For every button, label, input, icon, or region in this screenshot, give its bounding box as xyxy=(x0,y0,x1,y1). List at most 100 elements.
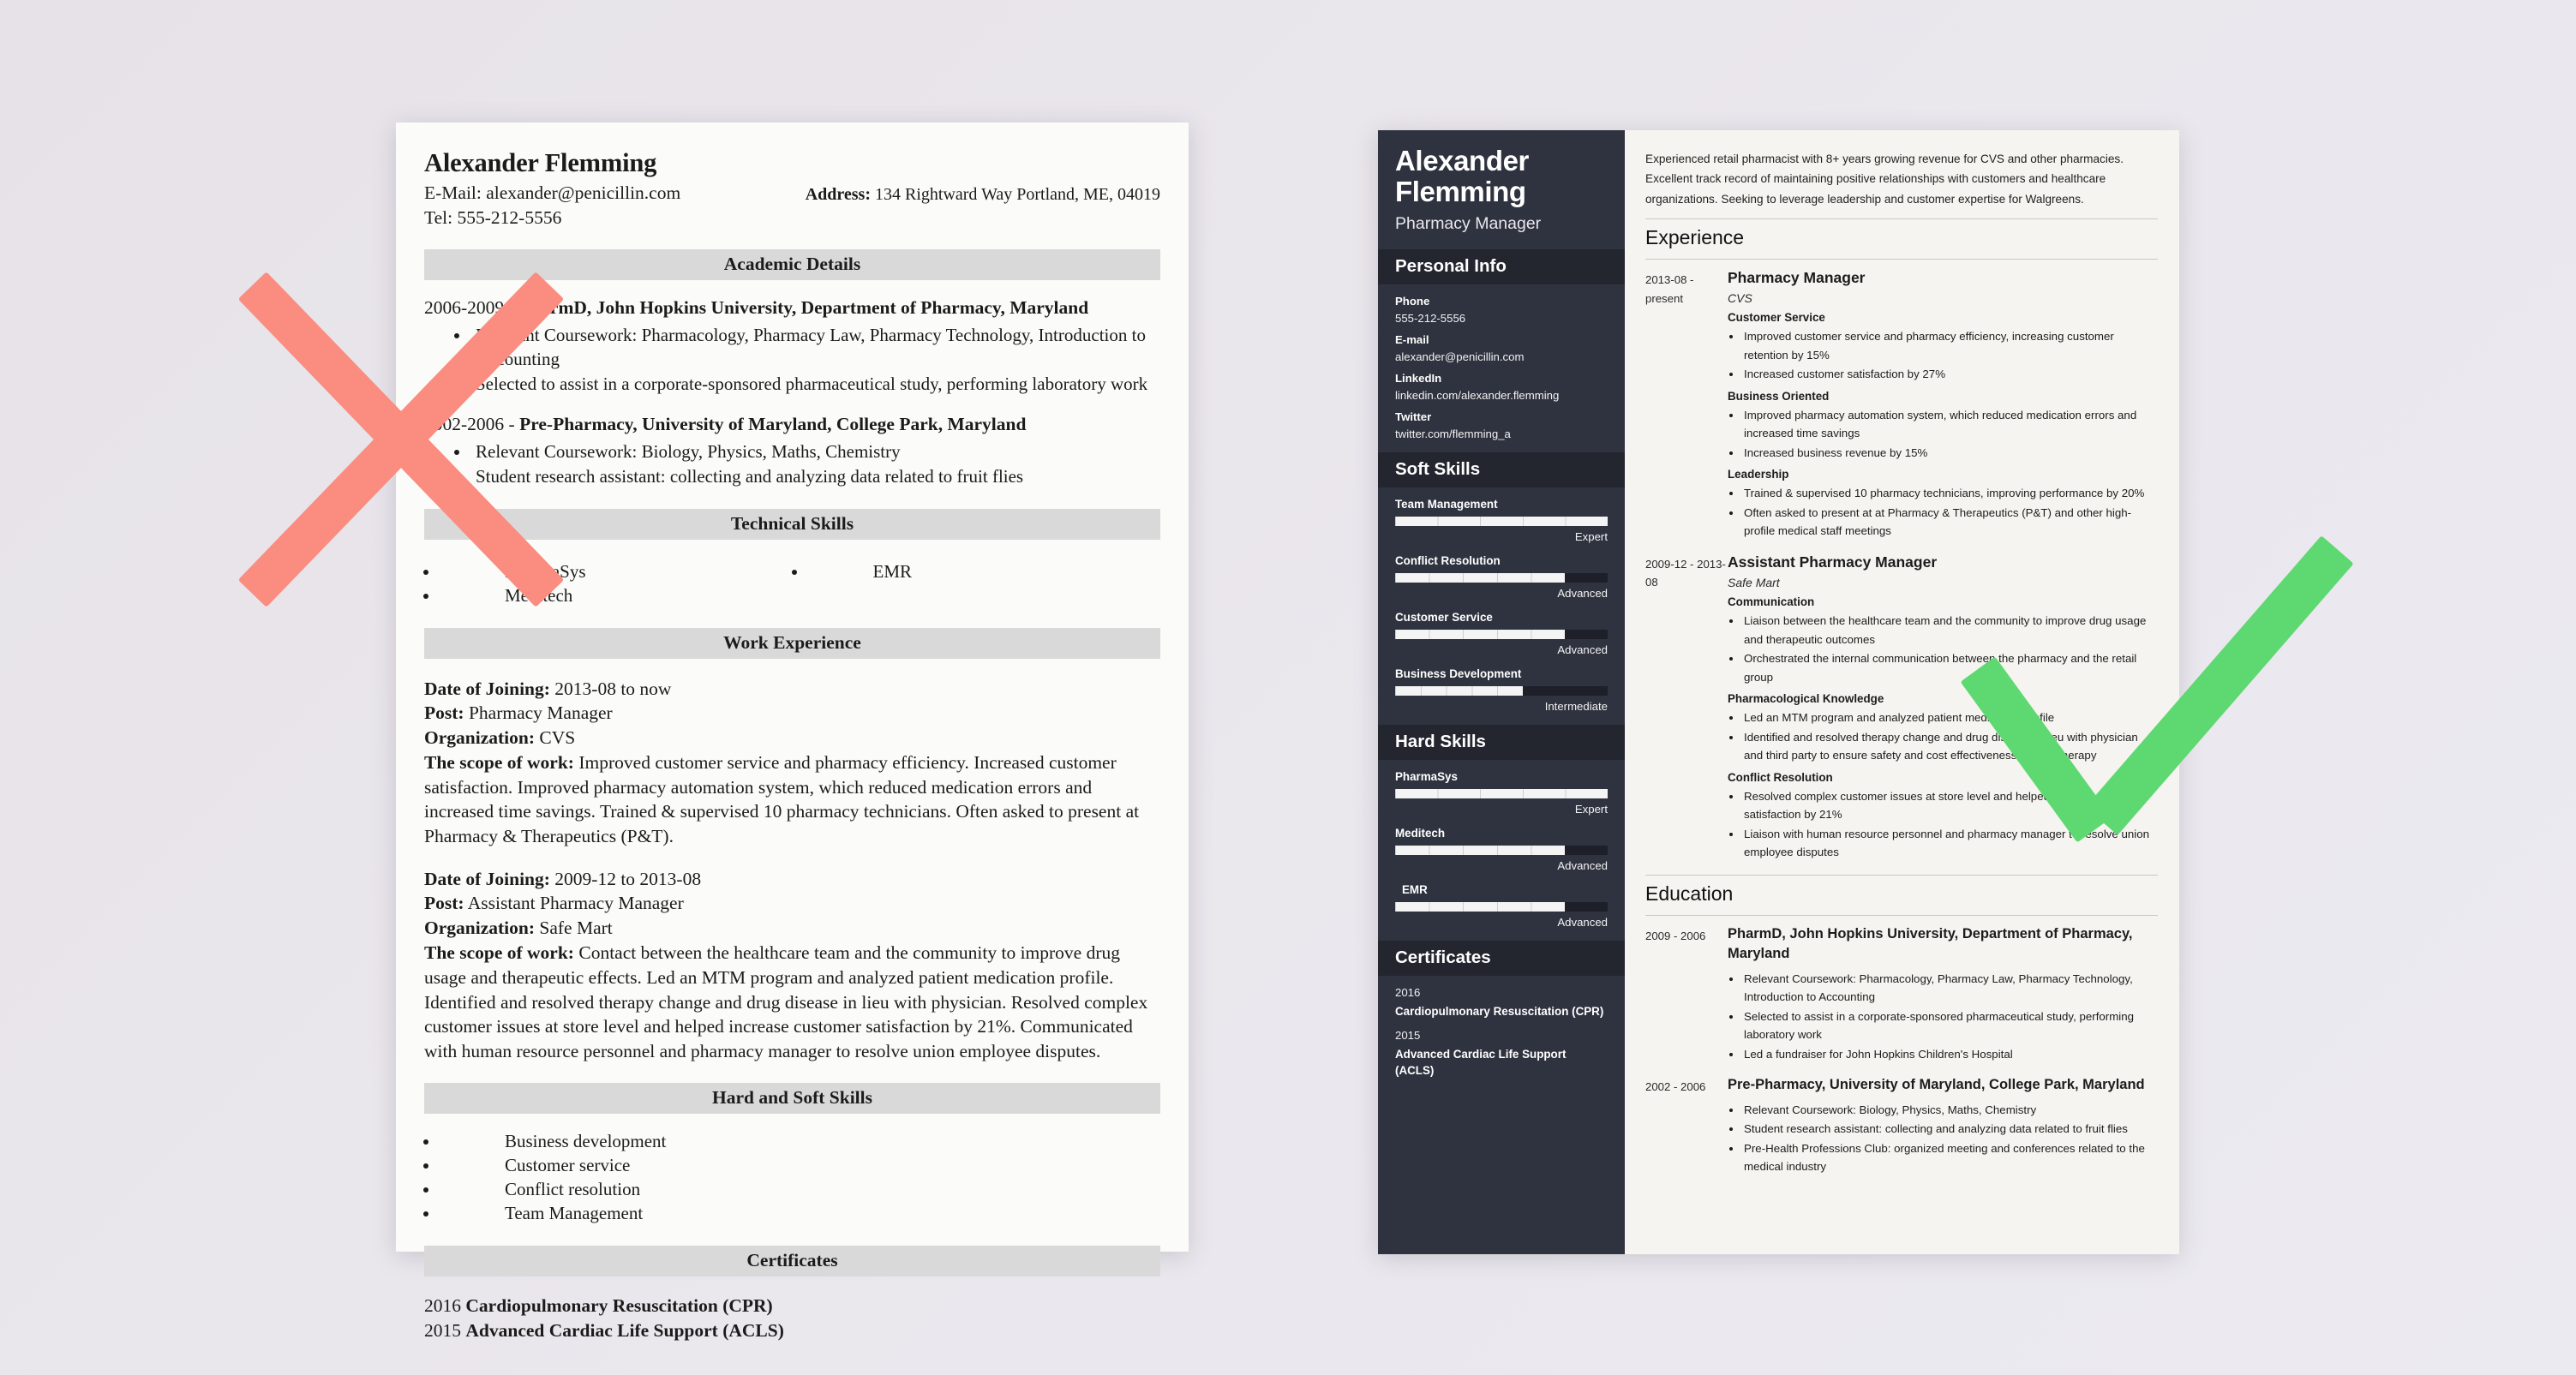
list-item: Team Management xyxy=(440,1202,1160,1226)
skill-bar-track xyxy=(1395,572,1608,583)
certificate-year: 2015 xyxy=(1395,1029,1421,1043)
skill-name: PharmaSys xyxy=(1395,769,1458,783)
contact-value-phone: 555-212-5556 xyxy=(1395,311,1466,325)
bad-skill-label: EMR xyxy=(872,560,913,582)
sidebar-hero: Alexander Flemming Pharmacy Manager xyxy=(1378,130,1625,249)
bad-soft-skill-label: Conflict resolution xyxy=(505,1179,641,1200)
bad-job-entry: Date of Joining: 2009-12 to 2013-08 Post… xyxy=(424,867,1160,1064)
skill-bar-fill xyxy=(1395,629,1566,639)
bad-resume-email: E-Mail: alexander@penicillin.com xyxy=(424,182,681,203)
list-item: Selected to assist in a corporate-sponso… xyxy=(1742,1007,2158,1044)
contact-label-phone: Phone xyxy=(1395,294,1430,308)
bad-job-date-value: 2013-08 to now xyxy=(549,678,672,699)
experience-org: CVS xyxy=(1728,291,1752,306)
skill-bar-track xyxy=(1395,901,1608,912)
bad-resume-contact-row: E-Mail: alexander@penicillin.com Tel: 55… xyxy=(424,181,1160,230)
contact-value-linkedin: linkedin.com/alexander.flemming xyxy=(1395,388,1560,402)
experience-group-label: Leadership xyxy=(1728,468,1789,481)
certificate-name: Cardiopulmonary Resuscitation (CPR) xyxy=(1395,1004,1604,1018)
experience-group-label: Customer Service xyxy=(1728,311,1825,325)
bad-resume-address: Address: 134 Rightward Way Portland, ME,… xyxy=(806,181,1160,206)
bad-job-scope-label: The scope of work: xyxy=(424,942,574,964)
skill-row: Team Management Expert xyxy=(1395,498,1608,543)
skill-row: Meditech Advanced xyxy=(1395,827,1608,872)
experience-body: Pharmacy Manager CVS Customer Service Im… xyxy=(1728,268,2158,541)
skill-level: Advanced xyxy=(1557,915,1608,929)
sidebar-certificates-body: 2016 Cardiopulmonary Resuscitation (CPR)… xyxy=(1378,976,1625,1091)
experience-bullets: Led an MTM program and analyzed patient … xyxy=(1742,708,2158,765)
skill-row: Customer Service Advanced xyxy=(1395,611,1608,656)
list-item: EMR xyxy=(808,560,1161,584)
experience-group-label: Conflict Resolution xyxy=(1728,770,1833,784)
list-item: Meditech xyxy=(440,584,793,608)
skill-level: Advanced xyxy=(1557,586,1608,600)
skill-bar-fill xyxy=(1395,901,1566,912)
skill-level: Expert xyxy=(1574,802,1608,816)
list-item: Liaison with human resource personnel an… xyxy=(1742,825,2158,862)
skill-bar-track xyxy=(1395,629,1608,639)
bad-job-post-value: Pharmacy Manager xyxy=(464,702,613,724)
bad-job-date-label: Date of Joining: xyxy=(424,678,550,699)
bad-certificate-name: Advanced Cardiac Life Support (ACLS) xyxy=(465,1320,784,1342)
list-item: Pre-Health Professions Club: organized m… xyxy=(1742,1139,2158,1176)
bad-job-org-label: Organization: xyxy=(424,917,535,938)
education-entry: 2009 - 2006 PharmD, John Hopkins Univers… xyxy=(1645,924,2158,1065)
experience-role: Pharmacy Manager xyxy=(1728,269,1866,287)
education-body: Pre-Pharmacy, University of Maryland, Co… xyxy=(1728,1075,2158,1177)
bad-job-scope: The scope of work: Improved customer ser… xyxy=(424,750,1160,848)
bad-resume-document: Alexander Flemming E-Mail: alexander@pen… xyxy=(396,123,1189,1341)
skill-bar-fill xyxy=(1395,788,1608,798)
experience-bullets: Liaison between the healthcare team and … xyxy=(1742,612,2158,686)
certificate-year: 2016 xyxy=(1395,985,1421,999)
list-item: Led a fundraiser for John Hopkins Childr… xyxy=(1742,1045,2158,1064)
experience-group-label: Pharmacological Knowledge xyxy=(1728,692,1884,706)
experience-bullets: Improved customer service and pharmacy e… xyxy=(1742,327,2158,384)
bad-job-scope: The scope of work: Contact between the h… xyxy=(424,941,1160,1063)
experience-entry: 2009-12 - 2013-08 Assistant Pharmacy Man… xyxy=(1645,553,2158,863)
bad-job-org-value: CVS xyxy=(535,726,576,748)
skill-bar-track xyxy=(1395,845,1608,855)
section-title-experience: Experience xyxy=(1645,226,1745,249)
bad-resume-address-label: Address: xyxy=(805,184,871,204)
good-resume-name: Alexander Flemming xyxy=(1395,145,1529,208)
list-item: Identified and resolved therapy change a… xyxy=(1742,728,2158,765)
list-item: Increased customer satisfaction by 27% xyxy=(1742,365,2158,384)
list-item: Conflict resolution xyxy=(440,1178,1160,1202)
list-item: Often asked to present at at Pharmacy & … xyxy=(1742,504,2158,541)
bad-job-scope-label: The scope of work: xyxy=(424,752,574,774)
experience-entry: 2013-08 - present Pharmacy Manager CVS C… xyxy=(1645,268,2158,541)
skill-row: EMR Advanced xyxy=(1395,883,1608,929)
bad-resume-address-value: 134 Rightward Way Portland, ME, 04019 xyxy=(875,184,1160,204)
sidebar-personal-info-body: Phone 555-212-5556 E-mail alexander@peni… xyxy=(1378,284,1625,452)
skill-name: Meditech xyxy=(1395,826,1446,840)
list-item: Student research assistant: collecting a… xyxy=(470,465,1160,489)
bad-education-bullets: Relevant Coursework: Biology, Physics, M… xyxy=(470,440,1160,489)
bad-technical-skills-col-right: EMR xyxy=(793,560,1161,608)
skill-name: EMR xyxy=(1402,882,1428,896)
contact-label-twitter: Twitter xyxy=(1395,410,1432,423)
education-date: 2002 - 2006 xyxy=(1645,1080,1706,1094)
bad-job-date-label: Date of Joining: xyxy=(424,868,550,889)
sidebar-soft-skills-body: Team Management Expert Conflict Resoluti… xyxy=(1378,487,1625,725)
good-resume-main-column: Experienced retail pharmacist with 8+ ye… xyxy=(1625,130,2179,1254)
skill-row: PharmaSys Expert xyxy=(1395,770,1608,816)
list-item: Trained & supervised 10 pharmacy technic… xyxy=(1742,484,2158,503)
sidebar-hard-skills-body: PharmaSys Expert Meditech Advanced EMR A… xyxy=(1378,760,1625,941)
contact-value-email: alexander@penicillin.com xyxy=(1395,350,1525,363)
skill-level: Intermediate xyxy=(1544,699,1608,713)
skill-name: Business Development xyxy=(1395,667,1522,680)
sidebar-heading-certificates: Certificates xyxy=(1378,940,1625,976)
experience-group-label: Business Oriented xyxy=(1728,389,1830,403)
good-resume-sidebar: Alexander Flemming Pharmacy Manager Pers… xyxy=(1378,130,1625,1254)
skill-bar-track xyxy=(1395,788,1608,798)
experience-role: Assistant Pharmacy Manager xyxy=(1728,553,1938,571)
sidebar-heading-personal-info: Personal Info xyxy=(1378,248,1625,284)
bad-job-post: Post: Pharmacy Manager xyxy=(424,701,1160,726)
education-entry: 2002 - 2006 Pre-Pharmacy, University of … xyxy=(1645,1075,2158,1177)
list-item: Improved customer service and pharmacy e… xyxy=(1742,327,2158,364)
good-resume-job-title: Pharmacy Manager xyxy=(1395,213,1542,233)
bad-section-technical-skills: Technical Skills xyxy=(424,508,1160,540)
list-item: Increased business revenue by 15% xyxy=(1742,444,2158,463)
skill-bar-track xyxy=(1395,516,1608,526)
section-title-education: Education xyxy=(1645,882,1734,905)
